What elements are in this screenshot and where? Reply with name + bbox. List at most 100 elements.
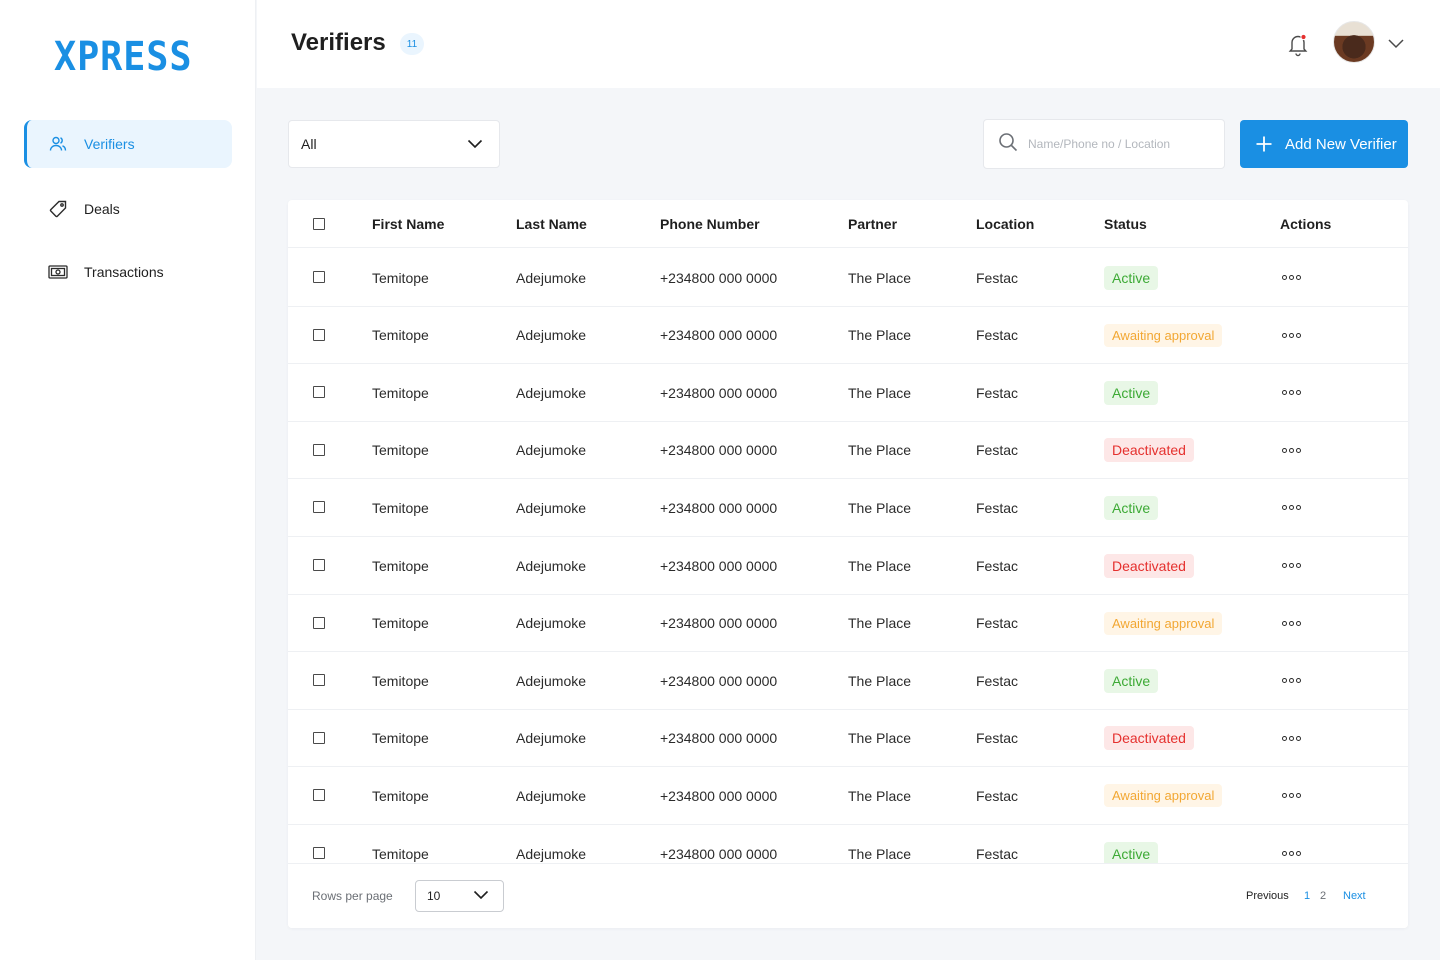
cell-status: Deactivated [1104,537,1194,594]
search-input[interactable] [1028,137,1208,151]
cell-location: Festac [976,730,1019,747]
cell-phone-number: +234800 000 0000 [660,384,778,401]
more-options-icon[interactable] [1282,620,1301,626]
table-row[interactable]: Temitope Adejumoke +234800 000 0000 The Pla… [288,595,1408,653]
banknote-icon [48,262,68,282]
xpress-logo: XPRESS [54,34,193,80]
cell-phone-number: +234800 000 0000 [660,672,778,689]
page-2-button[interactable]: 2 [1320,890,1326,902]
cell-location: Festac [976,787,1019,804]
cell-actions [1282,537,1301,594]
table-row[interactable]: Temitope Adejumoke +234800 000 0000 The Pla… [288,652,1408,710]
cell-first-name: Temitope [372,442,429,459]
status-filter-select[interactable]: All [288,120,500,168]
cell-partner: The Place [848,327,912,344]
status-badge: Awaiting approval [1104,611,1223,635]
row-checkbox[interactable] [313,271,325,283]
status-badge: Awaiting approval [1104,784,1223,808]
row-checkbox[interactable] [313,731,325,744]
status-badge: Deactivated [1104,553,1194,578]
cell-actions [1282,307,1301,364]
more-options-icon[interactable] [1282,505,1301,511]
select-all-checkbox[interactable] [313,218,325,230]
more-options-icon[interactable] [1282,851,1301,856]
add-new-verifier-button[interactable]: Add New Verifier [1240,120,1408,168]
table-row[interactable]: Temitope Adejumoke +234800 000 0000 The Pla… [288,825,1408,863]
column-header-actions: Actions [1280,216,1332,232]
cell-partner: The Place [848,442,912,459]
column-header-status[interactable]: Status [1104,216,1147,232]
cell-status: Deactivated [1104,422,1194,479]
more-options-icon[interactable] [1282,390,1301,396]
rows-per-page-label: Rows per page [312,889,393,903]
cell-first-name: Temitope [372,384,429,401]
cell-last-name: Adejumoke [516,442,587,459]
row-checkbox[interactable] [313,789,325,802]
row-checkbox[interactable] [313,674,325,687]
column-header-last-name[interactable]: Last Name [516,216,587,232]
cell-location: Festac [976,327,1019,344]
verifiers-table: First Name Last Name Phone Number Partne… [288,200,1408,928]
cell-location: Festac [976,845,1019,862]
more-options-icon[interactable] [1282,793,1301,799]
cell-phone-number: +234800 000 0000 [660,557,778,574]
column-header-first-name[interactable]: First Name [372,216,444,232]
row-checkbox[interactable] [313,386,325,399]
cell-partner: The Place [848,557,912,574]
table-header: First Name Last Name Phone Number Partne… [288,200,1408,248]
row-checkbox[interactable] [313,847,325,859]
user-avatar[interactable] [1333,21,1375,63]
cell-first-name: Temitope [372,499,429,516]
more-options-icon[interactable] [1282,563,1301,568]
search-box [983,119,1225,169]
cell-phone-number: +234800 000 0000 [660,787,778,804]
table-row[interactable]: Temitope Adejumoke +234800 000 0000 The Pla… [288,249,1408,307]
rows-per-page-value: 10 [427,889,441,903]
table-row[interactable]: Temitope Adejumoke +234800 000 0000 The Pla… [288,364,1408,422]
cell-location: Festac [976,269,1019,286]
row-checkbox[interactable] [313,616,325,629]
sidebar-item-transactions[interactable]: Transactions [24,248,232,296]
cell-partner: The Place [848,269,912,286]
cell-actions [1282,595,1301,652]
column-header-phone-number[interactable]: Phone Number [660,216,760,232]
row-checkbox[interactable] [313,559,325,571]
add-button-label: Add New Verifier [1285,135,1397,153]
row-checkbox[interactable] [313,328,325,341]
status-badge: Deactivated [1104,726,1194,751]
more-options-icon[interactable] [1282,275,1301,280]
column-header-location[interactable]: Location [976,216,1034,232]
row-checkbox[interactable] [313,501,325,514]
next-page-button[interactable]: Next [1343,890,1366,902]
cell-last-name: Adejumoke [516,730,587,747]
cell-partner: The Place [848,615,912,632]
sidebar-item-deals[interactable]: Deals [24,185,232,233]
rows-per-page-select[interactable]: 10 [415,880,504,912]
status-badge: Active [1104,668,1159,693]
page-1-button[interactable]: 1 [1304,890,1310,902]
top-header: Verifiers 11 [257,0,1440,88]
cell-partner: The Place [848,730,912,747]
table-row[interactable]: Temitope Adejumoke +234800 000 0000 The Pla… [288,479,1408,537]
sidebar-item-verifiers[interactable]: Verifiers [24,120,232,168]
row-checkbox[interactable] [313,443,325,456]
more-options-icon[interactable] [1282,447,1301,453]
plus-icon [1255,135,1273,153]
table-row[interactable]: Temitope Adejumoke +234800 000 0000 The Pla… [288,767,1408,825]
cell-last-name: Adejumoke [516,499,587,516]
table-row[interactable]: Temitope Adejumoke +234800 000 0000 The Pla… [288,537,1408,595]
chevron-down-icon[interactable] [1387,36,1405,50]
filter-value: All [301,136,317,152]
more-options-icon[interactable] [1282,332,1301,338]
notification-bell-icon[interactable] [1285,31,1311,57]
table-row[interactable]: Temitope Adejumoke +234800 000 0000 The Pla… [288,422,1408,480]
previous-page-button[interactable]: Previous [1246,890,1289,902]
more-options-icon[interactable] [1282,678,1301,684]
cell-first-name: Temitope [372,327,429,344]
column-header-partner[interactable]: Partner [848,216,897,232]
table-row[interactable]: Temitope Adejumoke +234800 000 0000 The Pla… [288,307,1408,365]
page-title: Verifiers [291,29,386,56]
cell-first-name: Temitope [372,730,429,747]
more-options-icon[interactable] [1282,735,1301,741]
table-row[interactable]: Temitope Adejumoke +234800 000 0000 The Pla… [288,710,1408,768]
